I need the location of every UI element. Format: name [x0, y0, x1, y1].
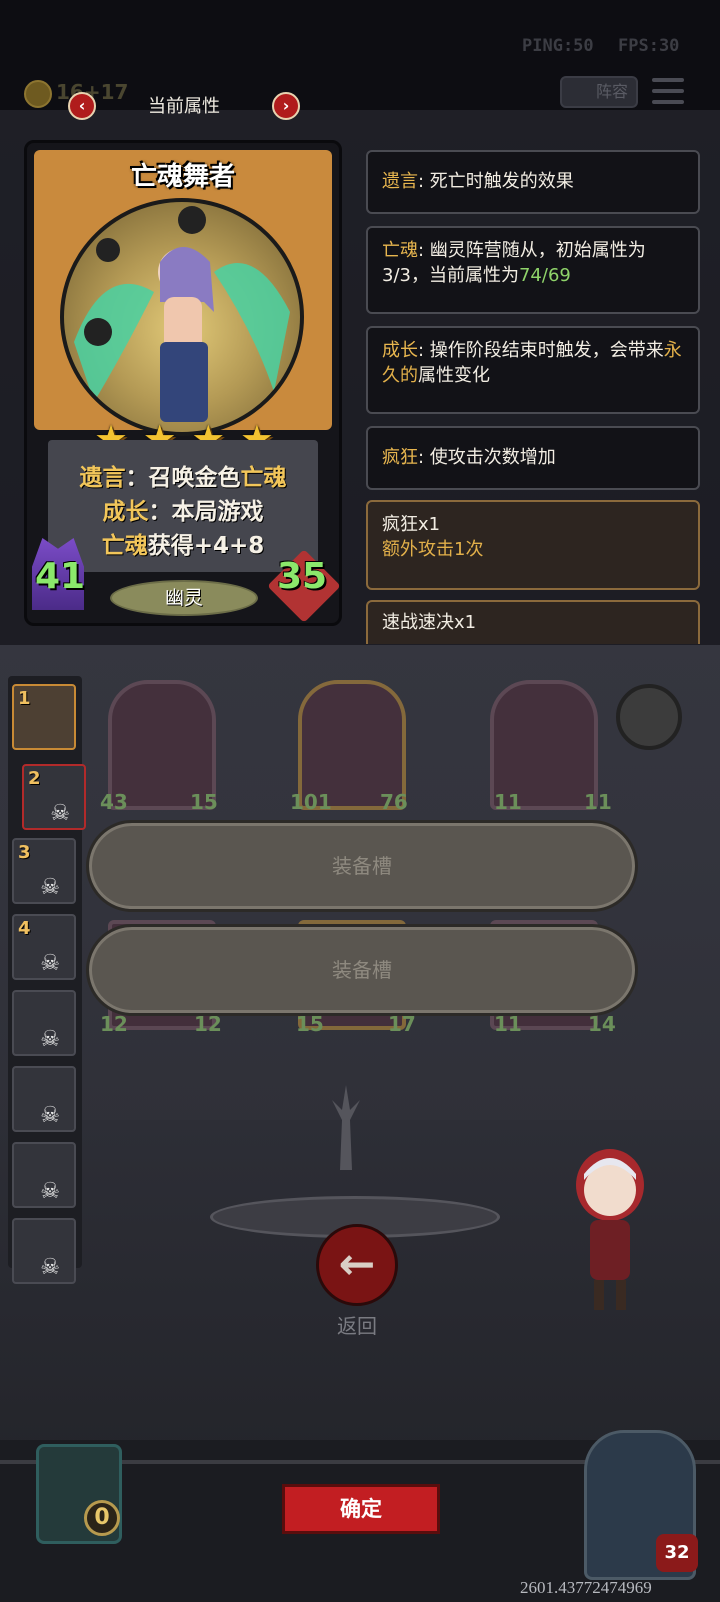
next-arrow-button[interactable]: › — [272, 92, 300, 120]
skull-icon: ☠ — [40, 875, 60, 900]
slot-number: 3 — [18, 842, 31, 863]
lineup-label: 阵容 — [595, 82, 628, 101]
menu-icon[interactable] — [652, 78, 684, 108]
slot-number: 4 — [18, 918, 31, 939]
buff-subtitle: 额外攻击1次 — [382, 539, 484, 560]
equipment-slot-2[interactable]: 装备槽 — [86, 924, 638, 1016]
tribe-label: 幽灵 — [110, 580, 258, 616]
team-slot-7[interactable]: ☠ — [12, 1142, 76, 1208]
slot-number: 2 — [28, 768, 41, 789]
team-slot-5[interactable]: ☠ — [12, 990, 76, 1056]
coordinate-readout: 2601.43772474969 — [520, 1578, 652, 1597]
unit-name: 亡魂舞者 — [130, 162, 235, 192]
skull-icon: ☠ — [40, 1255, 60, 1280]
team-slot-4[interactable]: 4 ☠ — [12, 914, 76, 980]
unit-portrait — [60, 198, 304, 436]
coin-icon — [24, 80, 52, 108]
team-slot-8[interactable]: ☠ — [12, 1218, 76, 1284]
back-button[interactable]: ← — [316, 1224, 398, 1306]
board-token[interactable] — [616, 684, 682, 750]
dancer-statue — [326, 1080, 366, 1180]
buff-panel-quick: 速战速决x1 — [366, 600, 700, 644]
team-slot-1[interactable]: 1 — [12, 684, 76, 750]
board-stat: 76 — [380, 790, 408, 814]
skull-icon: ☠ — [40, 1179, 60, 1204]
keyword-panel-frenzy: 疯狂: 使攻击次数增加 — [366, 426, 700, 490]
gold-count: 0 — [84, 1500, 120, 1536]
ability-line-2: 成长：本局游戏 — [102, 499, 264, 525]
page-title: 当前属性 — [148, 96, 220, 117]
board-stat: 11 — [584, 790, 612, 814]
keyword-panel-soul: 亡魂: 幽灵阵营随从，初始属性为3/3，当前属性为74/69 — [366, 226, 700, 314]
keyword-panel-deathrattle: 遗言: 死亡时触发的效果 — [366, 150, 700, 214]
team-slot-2[interactable]: 2 ☠ — [22, 764, 86, 830]
health-value: 35 — [276, 556, 328, 597]
skull-icon: ☠ — [40, 951, 60, 976]
board-stat: 43 — [100, 790, 128, 814]
prev-arrow-button[interactable]: ‹ — [68, 92, 96, 120]
board-stat: 15 — [190, 790, 218, 814]
confirm-button[interactable]: 确定 — [282, 1484, 440, 1534]
team-slot-6[interactable]: ☠ — [12, 1066, 76, 1132]
skull-icon: ☠ — [40, 1103, 60, 1128]
slot-number: 1 — [18, 688, 31, 709]
buff-panel-frenzy: 疯狂x1 额外攻击1次 — [366, 500, 700, 590]
player-avatar — [560, 1140, 660, 1315]
skull-icon: ☠ — [40, 1027, 60, 1052]
ability-line-1: 遗言：召唤金色亡魂 — [79, 465, 287, 491]
board-stat: 11 — [494, 790, 522, 814]
fps-readout: FPS:30 — [618, 36, 680, 56]
team-slot-3[interactable]: 3 ☠ — [12, 838, 76, 904]
ping-readout: PING:50 — [522, 36, 594, 56]
hero-health: 32 — [656, 1534, 698, 1572]
lineup-button[interactable]: 阵容 — [560, 76, 638, 108]
board-stat: 12 — [100, 1012, 128, 1036]
back-label: 返回 — [337, 1314, 377, 1338]
buff-title: 疯狂x1 — [382, 514, 441, 535]
skull-icon: ☠ — [50, 801, 70, 826]
keyword-panel-growth: 成长: 操作阶段结束时触发，会带来永久的属性变化 — [366, 326, 700, 414]
buff-title: 速战速决x1 — [382, 612, 477, 633]
board-stat: 101 — [290, 790, 332, 814]
equipment-slot-1[interactable]: 装备槽 — [86, 820, 638, 912]
back-arrow-icon: ← — [338, 1239, 376, 1290]
attack-value: 41 — [34, 556, 86, 597]
